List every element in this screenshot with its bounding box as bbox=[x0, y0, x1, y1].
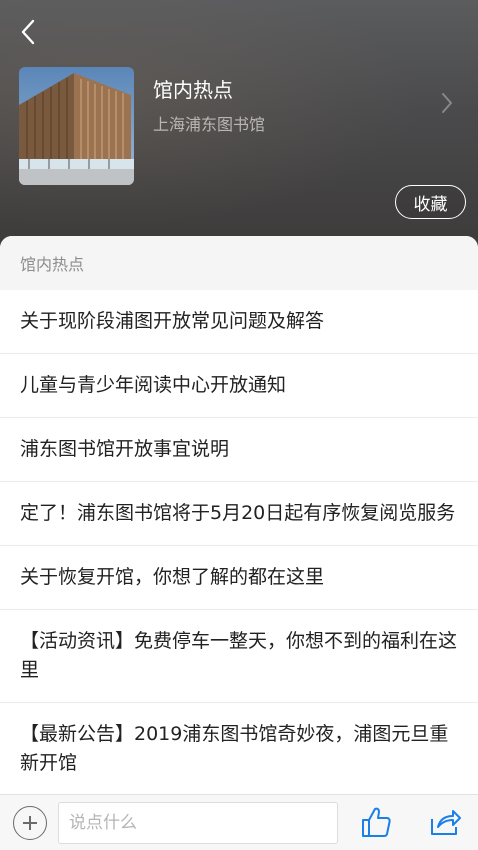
thumbs-up-icon bbox=[362, 807, 391, 837]
library-header: 馆内热点 上海浦东图书馆 收藏 bbox=[0, 0, 478, 250]
share-button[interactable] bbox=[428, 805, 462, 839]
list-item[interactable]: 儿童与青少年阅读中心开放通知 bbox=[0, 354, 478, 418]
library-building-image bbox=[19, 67, 134, 185]
list-item[interactable]: 关于现阶段浦图开放常见问题及解答 bbox=[0, 290, 478, 354]
list-item[interactable]: 定了！浦东图书馆将于5月20日起有序恢复阅览服务 bbox=[0, 482, 478, 546]
comment-bar bbox=[0, 794, 478, 850]
section-header: 馆内热点 bbox=[0, 236, 478, 290]
list-item[interactable]: 浦东图书馆开放事宜说明 bbox=[0, 418, 478, 482]
library-name: 上海浦东图书馆 bbox=[153, 115, 266, 134]
favorite-button[interactable]: 收藏 bbox=[395, 185, 466, 219]
list-item[interactable]: 关于恢复开馆，你想了解的都在这里 bbox=[0, 546, 478, 610]
page-title: 馆内热点 bbox=[153, 78, 233, 102]
back-button[interactable] bbox=[14, 16, 42, 48]
library-thumbnail[interactable] bbox=[19, 67, 134, 185]
plus-circle-icon bbox=[23, 816, 37, 830]
chevron-right-icon bbox=[442, 93, 452, 113]
add-button[interactable] bbox=[13, 806, 47, 840]
list-item[interactable]: 【活动资讯】免费停车一整天，你想不到的福利在这里 bbox=[0, 610, 478, 703]
chevron-left-icon bbox=[21, 19, 35, 45]
list-item[interactable]: 【最新公告】2019浦东图书馆奇妙夜，浦图元旦重新开馆 bbox=[0, 703, 478, 796]
hotspot-list-panel: 馆内热点 关于现阶段浦图开放常见问题及解答 儿童与青少年阅读中心开放通知 浦东图… bbox=[0, 236, 478, 796]
share-icon bbox=[431, 810, 461, 835]
comment-input[interactable] bbox=[58, 802, 338, 844]
detail-arrow[interactable] bbox=[440, 92, 460, 116]
like-button[interactable] bbox=[360, 805, 392, 839]
